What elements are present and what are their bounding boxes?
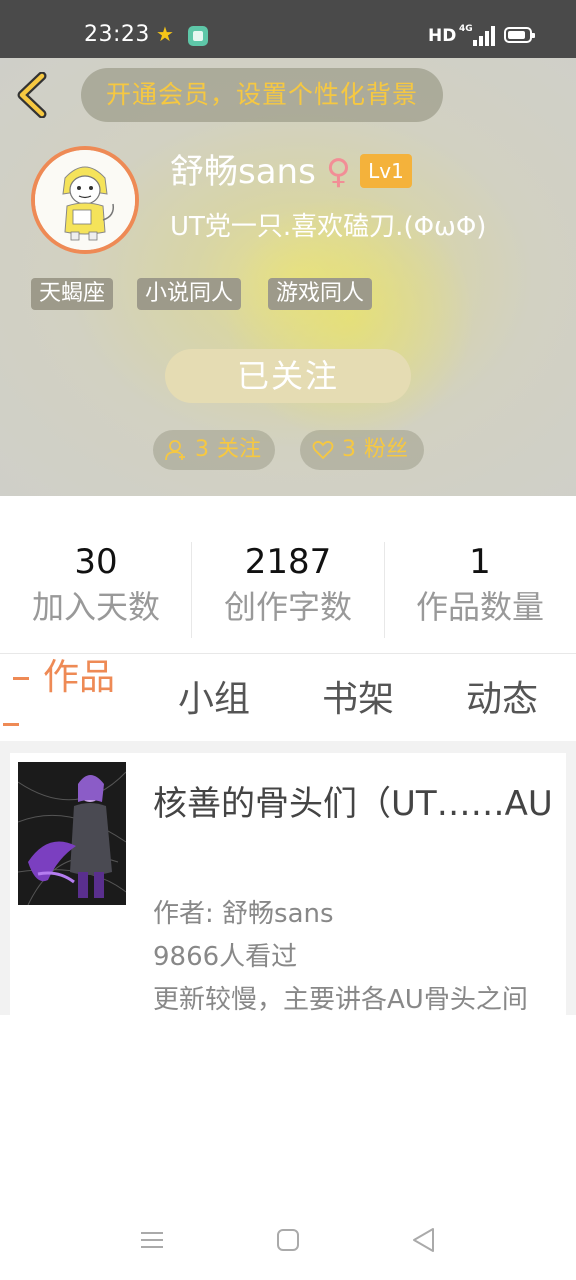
- tag-item[interactable]: 游戏同人: [268, 278, 373, 310]
- stat-value: 2187: [244, 542, 332, 582]
- following-label: 关注: [217, 437, 262, 462]
- fans-count: 3: [342, 437, 356, 462]
- female-icon: ♀: [326, 152, 351, 192]
- star-icon: ★: [156, 22, 174, 46]
- back-icon[interactable]: [410, 1226, 438, 1254]
- stat-label: 作品数量: [415, 588, 544, 626]
- work-author: 作者: 舒畅sans: [153, 899, 334, 929]
- stat-word-count: 2187 创作字数: [192, 542, 384, 628]
- fans-label: 粉丝: [364, 437, 409, 462]
- profile-header: 开通会员，设置个性化背景 舒畅sans ♀ Lv1 UT党一只.喜欢磕刀.(Φω…: [0, 58, 576, 496]
- stat-label: 加入天数: [31, 588, 160, 626]
- status-time: 23:23: [84, 22, 150, 47]
- username: 舒畅sans: [170, 152, 316, 192]
- work-views: 9866人看过: [153, 942, 298, 972]
- status-bar: 23:23 ★ HD 4G: [0, 0, 576, 58]
- active-tab-indicator: [3, 723, 19, 726]
- work-title[interactable]: 核善的骨头们（UT……AU: [153, 781, 553, 827]
- system-nav-bar: [0, 1200, 576, 1280]
- heart-icon: [312, 440, 334, 460]
- level-badge: Lv1: [360, 154, 412, 188]
- work-card[interactable]: 核善的骨头们（UT……AU 作者: 舒畅sans 9866人看过 更新较慢，主要…: [10, 753, 566, 1015]
- menu-icon[interactable]: [138, 1226, 166, 1254]
- stat-join-days: 30 加入天数: [0, 542, 192, 628]
- stat-label: 创作字数: [223, 588, 352, 626]
- vip-background-banner[interactable]: 开通会员，设置个性化背景: [81, 68, 443, 122]
- back-button[interactable]: [14, 71, 54, 119]
- tab-works[interactable]: 作品: [43, 655, 115, 701]
- signal-label: 4G: [459, 24, 473, 34]
- chevron-left-icon: [17, 71, 47, 119]
- network-hd-label: HD: [428, 26, 457, 46]
- avatar-image: [35, 150, 135, 250]
- fans-count-button[interactable]: 3 粉丝: [300, 430, 424, 470]
- home-icon[interactable]: [274, 1226, 302, 1254]
- tab-bookshelf[interactable]: 书架: [322, 677, 394, 723]
- cover-illustration: [18, 762, 126, 905]
- user-bio: UT党一只.喜欢磕刀.(ΦωΦ): [170, 212, 487, 242]
- follow-button[interactable]: 已关注: [165, 349, 411, 403]
- active-tab-indicator: [13, 677, 29, 680]
- user-add-icon: [165, 440, 185, 461]
- battery-icon: [504, 27, 535, 43]
- tab-groups[interactable]: 小组: [178, 677, 250, 723]
- tab-bar: 作品 小组 书架 动态: [0, 655, 576, 741]
- tag-item[interactable]: 小说同人: [137, 278, 242, 310]
- following-count: 3: [195, 437, 209, 462]
- avatar[interactable]: [31, 146, 139, 254]
- works-list: 核善的骨头们（UT……AU 作者: 舒畅sans 9866人看过 更新较慢，主要…: [0, 741, 576, 1015]
- following-count-button[interactable]: 3 关注: [153, 430, 275, 470]
- stats-section: 30 加入天数 2187 创作字数 1 作品数量: [0, 496, 576, 654]
- signal-icon: 4G: [459, 24, 495, 46]
- tab-activity[interactable]: 动态: [466, 677, 538, 723]
- work-summary: 更新较慢，主要讲各AU骨头之间: [153, 985, 528, 1015]
- tag-item[interactable]: 天蝎座: [31, 278, 114, 310]
- stat-work-count: 1 作品数量: [384, 542, 576, 628]
- stat-value: 30: [74, 542, 118, 582]
- work-cover-image[interactable]: [18, 762, 126, 905]
- app-icon: [188, 26, 208, 46]
- stat-value: 1: [469, 542, 491, 582]
